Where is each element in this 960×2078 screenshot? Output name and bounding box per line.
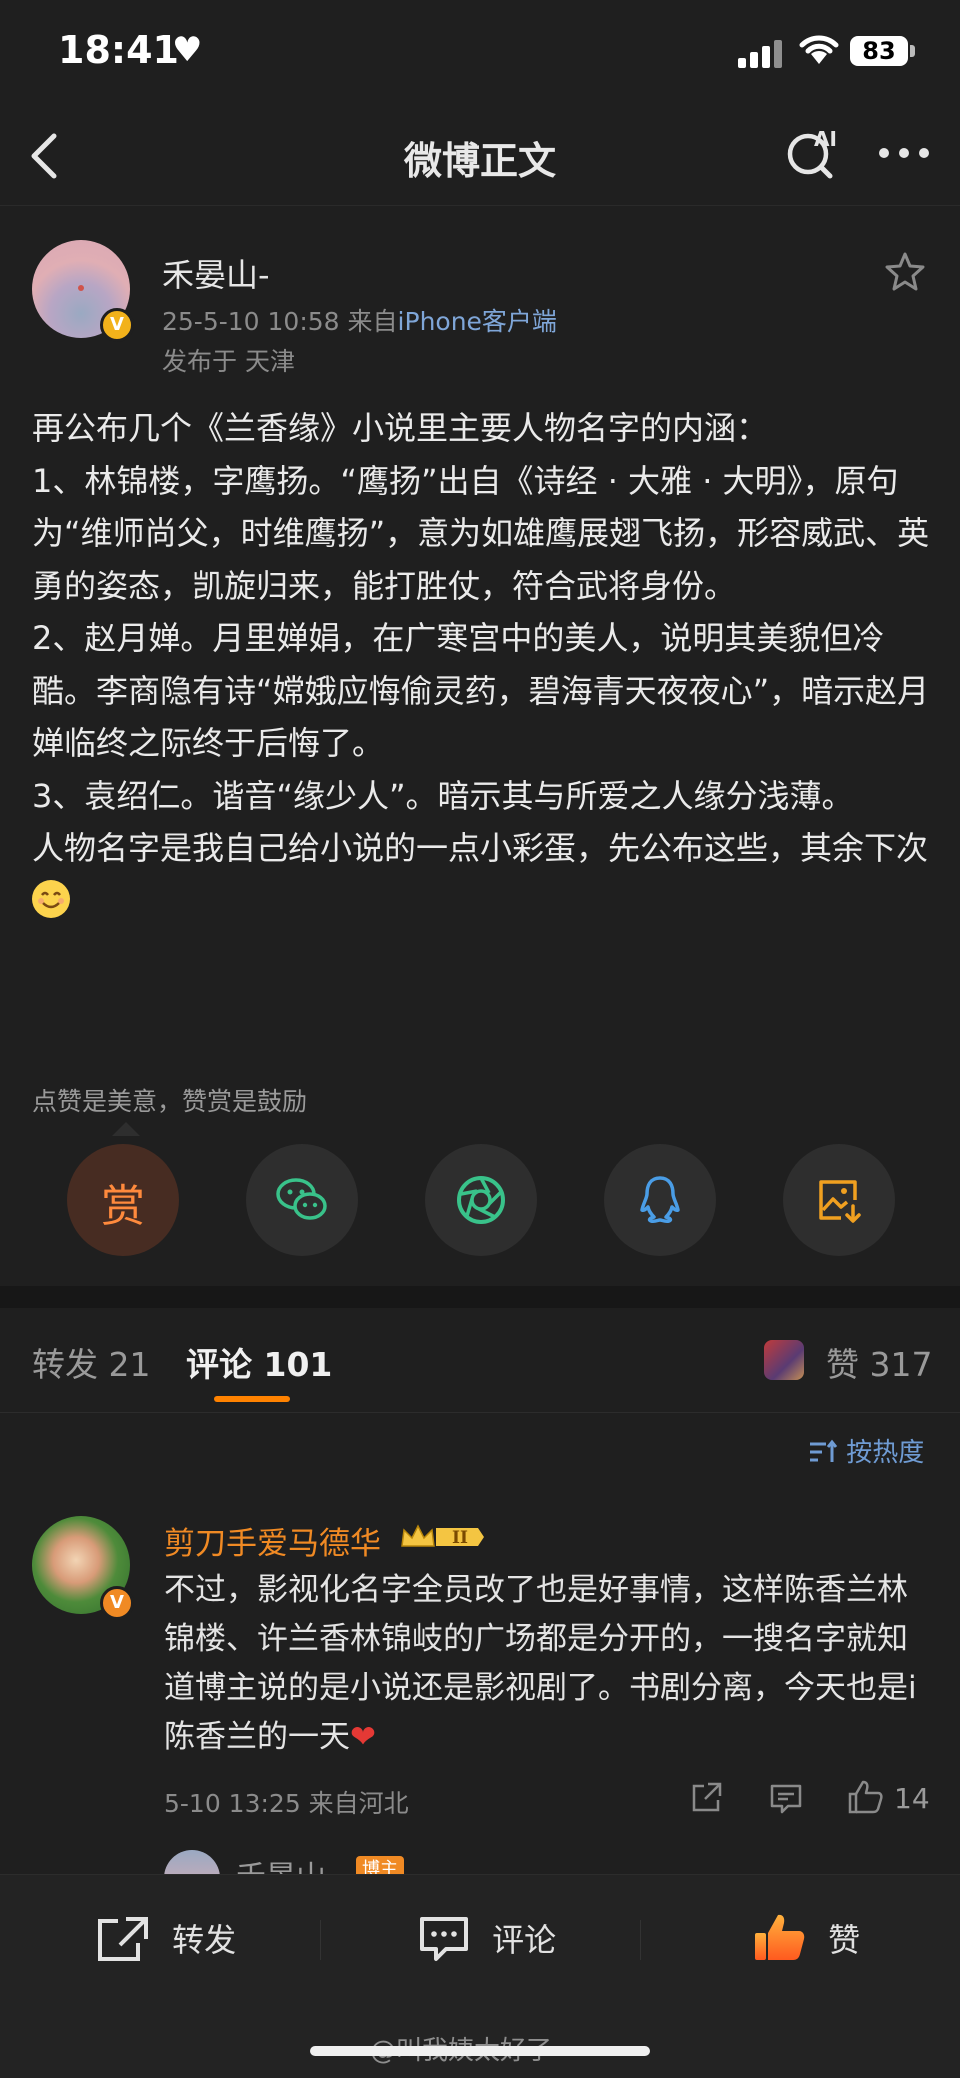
more-options-button[interactable] <box>876 138 932 168</box>
liker-avatar <box>764 1340 804 1380</box>
reward-button[interactable]: 赏 <box>67 1144 179 1256</box>
cellular-signal-icon <box>738 40 786 68</box>
image-download-icon <box>819 1180 861 1223</box>
battery-icon: 83 <box>850 36 908 66</box>
verified-badge-icon: V <box>100 308 134 342</box>
sort-label: 按热度 <box>846 1438 925 1468</box>
post-paragraph-last: 人物名字是我自己给小说的一点小彩蛋，先公布这些，其余下次 <box>32 822 932 927</box>
thumbs-up-icon <box>848 1780 883 1814</box>
nav-divider <box>0 205 960 206</box>
section-divider <box>0 1286 960 1308</box>
wechat-icon <box>276 1178 327 1220</box>
ai-search-icon: AI <box>787 127 837 179</box>
active-tab-indicator <box>214 1396 290 1402</box>
tab-repost-count: 21 <box>108 1345 151 1384</box>
comment-body: 不过，影视化名字全员改了也是好事情，这样陈香兰林锦楼、许兰香林锦岐的广场都是分开… <box>164 1572 917 1755</box>
wifi-icon <box>798 32 840 70</box>
home-indicator[interactable] <box>310 2046 650 2056</box>
comment-bubble-icon <box>420 1917 468 1961</box>
sort-icon <box>810 1439 838 1462</box>
tab-like-count: 317 <box>869 1345 933 1384</box>
moments-aperture-icon <box>457 1176 505 1224</box>
svg-text:AI: AI <box>814 127 837 151</box>
tab-comment-label: 评论 <box>186 1345 252 1384</box>
like-button[interactable]: 赞 <box>752 1910 860 1970</box>
bar-separator <box>320 1920 321 1960</box>
comment-text: 不过，影视化名字全员改了也是好事情，这样陈香兰林锦楼、许兰香林锦岐的广场都是分开… <box>164 1566 934 1762</box>
post-paragraph: 2、赵月婵。月里婵娟，在广寒宫中的美人，说明其美貌但冷酷。李商隐有诗“嫦娥应悔偷… <box>32 619 930 762</box>
tab-divider <box>0 1412 960 1413</box>
comment-share-button[interactable] <box>688 1780 724 1816</box>
repost-label: 转发 <box>172 1921 237 1959</box>
like-label: 赞 <box>828 1921 861 1959</box>
bar-separator <box>640 1920 641 1960</box>
thumbs-up-filled-icon <box>755 1914 805 1960</box>
save-image-button[interactable] <box>783 1144 895 1256</box>
tab-comment[interactable]: 评论 101 <box>186 1338 332 1386</box>
comment-meta: 5-10 13:25 来自河北 <box>164 1789 409 1818</box>
post-meta: 25-5-10 10:58 来自iPhone客户端 <box>162 302 557 338</box>
post-paragraph: 1、林锦楼，字鹰扬。“鹰扬”出自《诗经 · 大雅 · 大明》，原句为“维师尚父，… <box>32 461 930 605</box>
post-source-prefix: 来自 <box>347 307 398 336</box>
post-date: 25-5-10 10:58 <box>162 307 340 336</box>
comment-label: 评论 <box>492 1921 557 1959</box>
more-dots-icon <box>879 148 929 158</box>
post-paragraph: 再公布几个《兰香缘》小说里主要人物名字的内涵： <box>32 409 769 447</box>
repost-button[interactable]: 转发 <box>96 1910 236 1970</box>
post-paragraph-text: 人物名字是我自己给小说的一点小彩蛋，先公布这些，其余下次 <box>32 829 929 867</box>
favorite-button[interactable] <box>884 250 926 292</box>
tab-comment-count: 101 <box>263 1345 333 1384</box>
crown-icon: II <box>401 1524 484 1548</box>
qq-penguin-icon <box>640 1176 680 1224</box>
reward-hint: 点赞是美意，赞赏是鼓励 <box>32 1087 308 1116</box>
post-paragraph: 3、袁绍仁。谐音“缘少人”。暗示其与所爱之人缘分浅薄。 <box>32 776 854 815</box>
red-heart-emoji-icon: ❤ <box>350 1719 376 1755</box>
tab-like[interactable]: 赞 317 <box>826 1338 933 1386</box>
smile-emoji-icon <box>32 879 70 918</box>
ai-search-button[interactable]: AI <box>784 124 848 182</box>
reward-label: 赏 <box>101 1181 145 1232</box>
heart-status-icon: ♥ <box>172 30 203 70</box>
comment-reply-button[interactable] <box>768 1780 804 1816</box>
comment-button[interactable]: 评论 <box>418 1910 556 1970</box>
share-moments-button[interactable] <box>425 1144 537 1256</box>
share-qq-button[interactable] <box>604 1144 716 1256</box>
avatar-detail <box>78 285 84 291</box>
vip-level-badge: II <box>398 1520 486 1554</box>
share-wechat-button[interactable] <box>246 1144 358 1256</box>
sort-by-hot-button[interactable]: 按热度 <box>808 1432 924 1469</box>
author-name[interactable]: 禾晏山- <box>162 250 270 296</box>
comment-like-count: 14 <box>894 1782 930 1815</box>
tab-repost-label: 转发 <box>32 1345 98 1384</box>
status-time: 18:41 <box>58 28 179 72</box>
reward-pointer <box>112 1122 140 1136</box>
post-location: 发布于 天津 <box>162 347 295 376</box>
post-body: 再公布几个《兰香缘》小说里主要人物名字的内涵： 1、林锦楼，字鹰扬。“鹰扬”出自… <box>32 402 932 927</box>
commenter-name[interactable]: 剪刀手爱马德华 <box>164 1518 381 1563</box>
svg-text:II: II <box>452 1528 468 1548</box>
post-source-link[interactable]: iPhone客户端 <box>398 307 557 336</box>
comment-icon <box>770 1784 802 1814</box>
tab-like-label: 赞 <box>826 1345 859 1384</box>
repost-icon <box>98 1917 148 1961</box>
tab-repost[interactable]: 转发 21 <box>32 1338 151 1386</box>
battery-cap <box>910 45 915 57</box>
comment-like-button[interactable] <box>846 1778 884 1816</box>
share-icon <box>692 1782 722 1812</box>
star-icon <box>885 252 925 291</box>
commenter-verified-icon: V <box>100 1586 134 1620</box>
